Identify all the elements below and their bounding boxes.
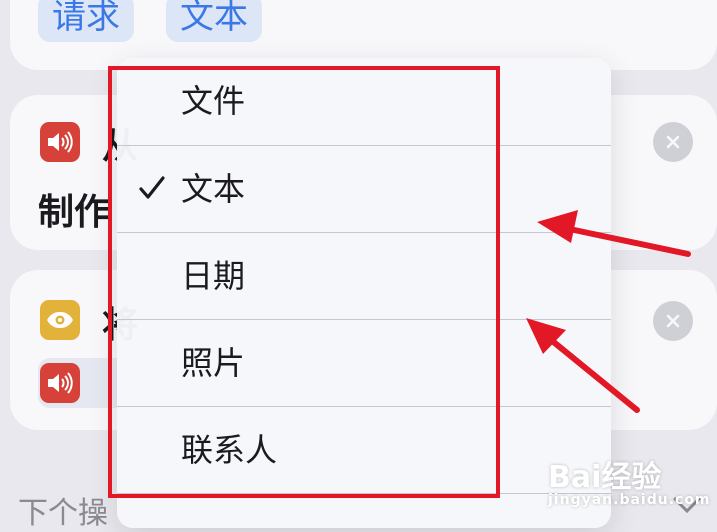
watermark-url: jingyan.baidu.com	[548, 492, 711, 508]
arrow-annotation-upper	[537, 210, 691, 257]
baidu-jingyan-watermark: Bai经验 jingyan.baidu.com	[548, 452, 711, 508]
arrow-annotation-lower	[526, 318, 640, 413]
watermark-brand: Bai经验	[548, 460, 662, 495]
annotation-arrows	[526, 210, 691, 413]
